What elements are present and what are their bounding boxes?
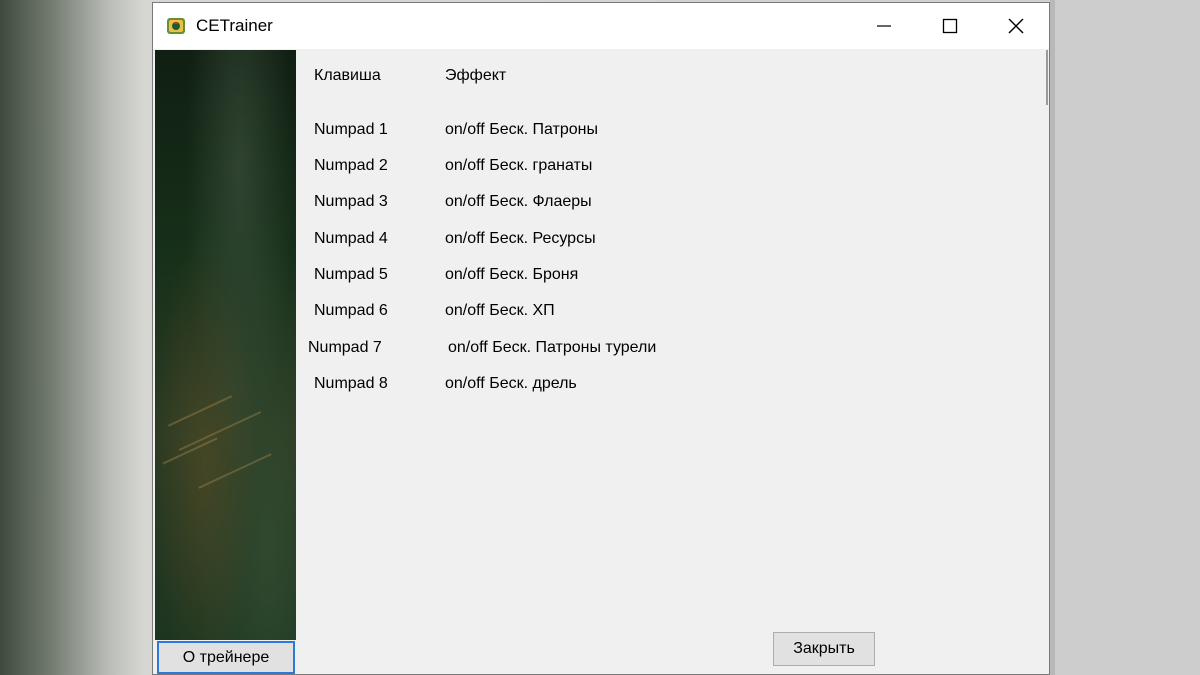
hotkey-effect: on/off Беск. Патроны турели bbox=[448, 339, 657, 356]
about-trainer-button[interactable]: О трейнере bbox=[157, 641, 295, 674]
header-effect: Эффект bbox=[445, 67, 507, 84]
close-button[interactable]: Закрыть bbox=[773, 632, 875, 666]
hotkey-key: Numpad 3 bbox=[314, 193, 388, 210]
trainer-app-icon bbox=[165, 15, 187, 37]
window-title: CETrainer bbox=[196, 16, 273, 35]
maximize-icon bbox=[942, 18, 958, 34]
panel-edge-divider bbox=[1046, 50, 1048, 105]
hotkey-effect: on/off Беск. дрель bbox=[445, 375, 577, 392]
hotkey-effect: on/off Беск. гранаты bbox=[445, 157, 593, 174]
hotkeys-panel: Клавиша Эффект Numpad 1 on/off Беск. Пат… bbox=[301, 50, 1047, 674]
header-key: Клавиша bbox=[314, 67, 381, 84]
hotkey-key: Numpad 6 bbox=[314, 302, 388, 319]
hotkey-key: Numpad 2 bbox=[314, 157, 388, 174]
title-bar[interactable]: CETrainer bbox=[153, 3, 1049, 49]
hotkey-effect: on/off Беск. Броня bbox=[445, 266, 579, 283]
trainer-window: CETrainer О трейнере Клавиша Эффект Nump… bbox=[152, 2, 1050, 675]
close-window-button[interactable] bbox=[983, 3, 1049, 49]
hotkey-effect: on/off Беск. Ресурсы bbox=[445, 230, 596, 247]
minimize-button[interactable] bbox=[851, 3, 917, 49]
trainer-side-image bbox=[155, 50, 296, 640]
hotkey-effect: on/off Беск. Флаеры bbox=[445, 193, 592, 210]
window-shadow bbox=[1050, 0, 1055, 675]
close-icon bbox=[1008, 18, 1024, 34]
hotkey-effect: on/off Беск. ХП bbox=[445, 302, 555, 319]
minimize-icon bbox=[876, 18, 892, 34]
maximize-button[interactable] bbox=[917, 3, 983, 49]
desktop-background-right bbox=[1050, 0, 1200, 675]
hotkey-key: Numpad 4 bbox=[314, 230, 388, 247]
hotkey-effect: on/off Беск. Патроны bbox=[445, 121, 598, 138]
hotkey-key: Numpad 8 bbox=[314, 375, 388, 392]
hotkey-key: Numpad 1 bbox=[314, 121, 388, 138]
hotkey-key: Numpad 5 bbox=[314, 266, 388, 283]
hotkey-key: Numpad 7 bbox=[308, 339, 382, 356]
